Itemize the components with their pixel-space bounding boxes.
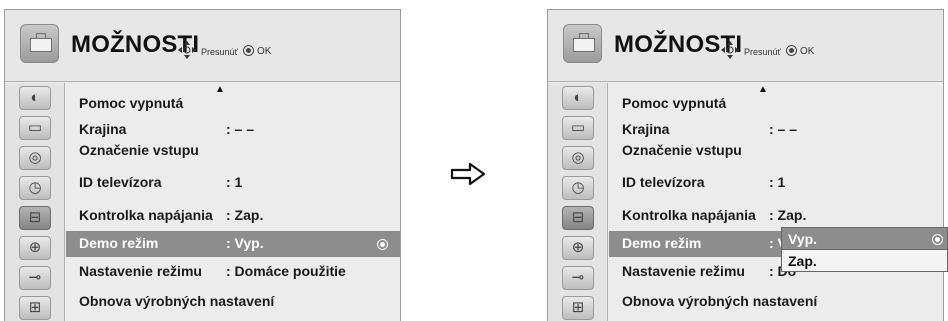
category-usb[interactable]: ⊞ xyxy=(554,295,602,321)
category-option[interactable]: ⊟ xyxy=(11,205,59,231)
category-input[interactable]: ⊸ xyxy=(554,265,602,291)
menu-item-label: ID televízora xyxy=(622,174,705,190)
clapper-icon: ⊞ xyxy=(571,299,585,316)
menu-item-input-label[interactable]: Označenie vstupu xyxy=(66,138,400,164)
menu-item-label: Nastavenie režimu xyxy=(79,263,202,279)
options-menu-after: MOŽNOSTI Presunúť OK ◐ ▭ ◎ ◷ ⊟ ⊕ ⊸ ⊞ ▲ P… xyxy=(547,9,944,321)
menu-item-input-label[interactable]: Označenie vstupu xyxy=(609,138,943,164)
category-option[interactable]: ⊟ xyxy=(554,205,602,231)
move-dpad-icon xyxy=(721,41,739,59)
menu-item-label: Obnova výrobných nastavení xyxy=(622,293,818,309)
menu-item-label: Demo režim xyxy=(622,235,702,251)
category-audio[interactable]: ◎ xyxy=(11,145,59,171)
dropdown-option-label: Vyp. xyxy=(788,231,818,247)
plug-icon: ⊸ xyxy=(571,269,585,286)
menu-header: MOŽNOSTI Presunúť OK xyxy=(5,10,400,82)
category-time[interactable]: ◷ xyxy=(554,175,602,201)
demo-mode-dropdown: Vyp. Zap. xyxy=(781,227,948,272)
screen-icon: ▭ xyxy=(27,119,43,136)
clock-icon: ◷ xyxy=(571,179,585,196)
speaker-icon: ◎ xyxy=(571,149,585,166)
menu-item-value: : 1 xyxy=(226,174,243,190)
menu-item-tv-id[interactable]: ID televízora : 1 xyxy=(609,170,943,196)
toolbox-icon xyxy=(563,24,602,63)
next-step-arrow-icon xyxy=(450,162,486,186)
menu-item-factory-reset[interactable]: Obnova výrobných nastavení xyxy=(66,289,400,315)
menu-item-label: Kontrolka napájania xyxy=(622,207,756,223)
toolbox-icon xyxy=(20,24,59,63)
menu-item-power-indicator[interactable]: Kontrolka napájania : Zap. xyxy=(66,203,400,229)
category-lock[interactable]: ⊕ xyxy=(554,235,602,261)
dropdown-option-on[interactable]: Zap. xyxy=(782,250,947,272)
clapper-icon: ⊞ xyxy=(28,299,42,316)
menu-item-power-indicator[interactable]: Kontrolka napájania : Zap. xyxy=(609,203,943,229)
clock-icon: ◷ xyxy=(28,179,42,196)
ok-button-icon xyxy=(243,45,254,56)
category-picture[interactable]: ◐ xyxy=(11,85,59,111)
menu-item-label: Krajina xyxy=(622,121,670,137)
category-screen[interactable]: ▭ xyxy=(11,115,59,141)
category-usb[interactable]: ⊞ xyxy=(11,295,59,321)
picture-icon: ◐ xyxy=(573,89,583,106)
menu-item-value: : 1 xyxy=(769,174,786,190)
menu-item-tv-id[interactable]: ID televízora : 1 xyxy=(66,170,400,196)
category-picture[interactable]: ◐ xyxy=(554,85,602,111)
menu-header: MOŽNOSTI Presunúť OK xyxy=(548,10,943,82)
menu-item-help-off[interactable]: Pomoc vypnutá xyxy=(609,91,943,117)
menu-item-value: : Domáce použitie xyxy=(226,263,346,279)
category-lock[interactable]: ⊕ xyxy=(11,235,59,261)
plug-icon: ⊸ xyxy=(28,269,42,286)
speaker-icon: ◎ xyxy=(28,149,42,166)
ok-button-icon xyxy=(786,45,797,56)
menu-item-label: Demo režim xyxy=(79,235,159,251)
category-sidebar: ◐ ▭ ◎ ◷ ⊟ ⊕ ⊸ ⊞ xyxy=(5,83,65,321)
screen-icon: ▭ xyxy=(570,119,586,136)
menu-item-value: : – – xyxy=(226,121,255,137)
category-input[interactable]: ⊸ xyxy=(11,265,59,291)
menu-item-mode-setting[interactable]: Nastavenie režimu : Domáce použitie xyxy=(66,259,400,285)
category-audio[interactable]: ◎ xyxy=(554,145,602,171)
picture-icon: ◐ xyxy=(30,89,40,106)
menu-item-label: ID televízora xyxy=(79,174,162,190)
selected-radio-icon xyxy=(377,239,388,250)
ok-hint-label: OK xyxy=(800,46,815,57)
lock-icon: ⊕ xyxy=(571,239,585,256)
move-hint-label: Presunúť xyxy=(201,47,238,57)
toolbox-icon: ⊟ xyxy=(28,209,42,226)
menu-item-factory-reset[interactable]: Obnova výrobných nastavení xyxy=(609,289,943,315)
menu-item-label: Kontrolka napájania xyxy=(79,207,213,223)
menu-item-value: : – – xyxy=(769,121,798,137)
dropdown-option-label: Zap. xyxy=(788,253,817,269)
menu-item-label: Označenie vstupu xyxy=(79,142,199,158)
menu-item-label: Nastavenie režimu xyxy=(622,263,745,279)
category-screen[interactable]: ▭ xyxy=(554,115,602,141)
move-dpad-icon xyxy=(178,41,196,59)
menu-item-label: Pomoc vypnutá xyxy=(79,95,184,111)
menu-item-value: : Vyp. xyxy=(226,235,264,251)
dropdown-option-off[interactable]: Vyp. xyxy=(782,228,947,250)
lock-icon: ⊕ xyxy=(28,239,42,256)
toolbox-icon: ⊟ xyxy=(571,209,585,226)
menu-item-label: Krajina xyxy=(79,121,127,137)
menu-item-label: Obnova výrobných nastavení xyxy=(79,293,275,309)
selected-radio-icon xyxy=(932,234,943,245)
menu-item-value: : Zap. xyxy=(226,207,264,223)
menu-item-label: Pomoc vypnutá xyxy=(622,95,727,111)
category-time[interactable]: ◷ xyxy=(11,175,59,201)
move-hint-label: Presunúť xyxy=(744,47,781,57)
ok-hint-label: OK xyxy=(257,46,272,57)
menu-item-label: Označenie vstupu xyxy=(622,142,742,158)
menu-item-demo-mode[interactable]: Demo režim : Vyp. xyxy=(66,231,400,257)
category-sidebar: ◐ ▭ ◎ ◷ ⊟ ⊕ ⊸ ⊞ xyxy=(548,83,608,321)
menu-item-value: : Zap. xyxy=(769,207,807,223)
menu-item-help-off[interactable]: Pomoc vypnutá xyxy=(66,91,400,117)
options-menu-before: MOŽNOSTI Presunúť OK ◐ ▭ ◎ ◷ ⊟ ⊕ ⊸ ⊞ ▲ P… xyxy=(4,9,401,321)
